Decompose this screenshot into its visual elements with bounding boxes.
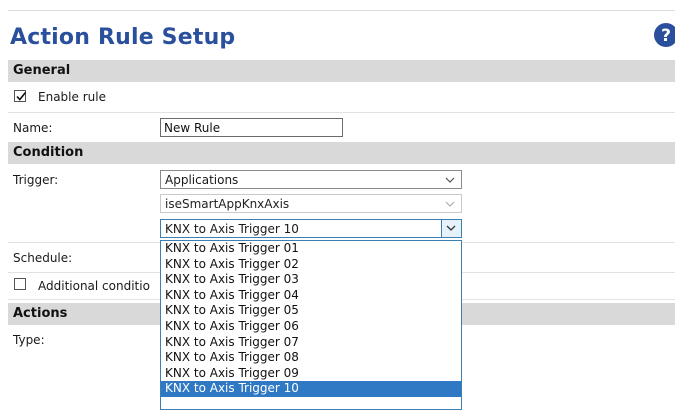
dropdown-option[interactable]: KNX to Axis Trigger 09 [161,366,461,382]
additional-conditions-label: Additional conditio [38,279,150,293]
schedule-label: Schedule: [13,251,73,265]
trigger-event-select-arrow[interactable] [441,220,461,237]
help-icon[interactable]: ? [653,22,675,48]
chevron-down-icon [445,201,455,207]
dropdown-option[interactable]: KNX to Axis Trigger 07 [161,335,461,351]
dropdown-option[interactable]: KNX to Axis Trigger 06 [161,319,461,335]
section-actions-heading: Actions [13,306,68,321]
dropdown-option[interactable]: KNX to Axis Trigger 02 [161,257,461,273]
enable-rule-label: Enable rule [38,90,106,104]
dropdown-option-selected[interactable]: KNX to Axis Trigger 10 [161,381,461,397]
action-rule-setup-page: Action Rule Setup ? General Enable rule … [8,10,675,414]
trigger-label: Trigger: [13,173,59,187]
type-label: Type: [13,333,45,347]
chevron-down-icon [445,177,455,183]
dropdown-option[interactable]: KNX to Axis Trigger 01 [161,241,461,257]
trigger-select-value: Applications [165,173,239,187]
name-label: Name: [13,121,53,135]
application-select-value: iseSmartAppKnxAxis [165,197,290,211]
section-condition-heading: Condition [13,145,84,160]
name-input[interactable] [160,118,343,137]
application-select[interactable]: iseSmartAppKnxAxis [160,194,462,213]
dropdown-option[interactable]: KNX to Axis Trigger 05 [161,303,461,319]
dropdown-option[interactable]: KNX to Axis Trigger 08 [161,350,461,366]
section-condition: Condition [8,142,675,164]
top-divider [8,10,675,11]
page-title: Action Rule Setup [10,25,236,50]
trigger-event-dropdown-list[interactable]: KNX to Axis Trigger 01 KNX to Axis Trigg… [160,240,462,410]
section-general-heading: General [13,63,71,78]
svg-text:?: ? [661,26,671,46]
dropdown-option[interactable]: KNX to Axis Trigger 04 [161,288,461,304]
checkmark-icon [16,91,27,101]
trigger-event-select[interactable]: KNX to Axis Trigger 10 [160,219,462,238]
trigger-select[interactable]: Applications [160,170,462,189]
trigger-event-select-value: KNX to Axis Trigger 10 [165,222,299,236]
additional-conditions-checkbox[interactable] [14,278,26,290]
dropdown-option[interactable]: KNX to Axis Trigger 03 [161,272,461,288]
section-general: General [8,60,675,82]
enable-rule-checkbox[interactable] [14,90,27,102]
row-divider [8,112,675,113]
chevron-down-icon [446,225,456,231]
